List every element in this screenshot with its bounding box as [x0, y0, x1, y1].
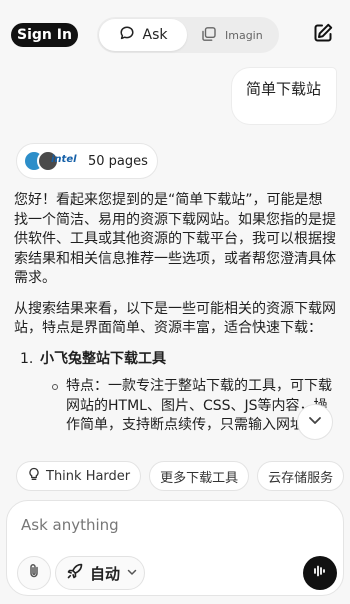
list-item-title: 小飞兔整站下载工具	[40, 350, 166, 367]
scroll-down-button[interactable]	[297, 404, 333, 440]
suggestion-chips: Think Harder 更多下载工具 云存储服务	[16, 461, 350, 491]
source-logo-intel: intel	[51, 154, 77, 165]
mode-ask-label: Ask	[142, 27, 168, 43]
sub-list-text: 特点：一款专注于整站下载的工具，可下载网站的HTML、图片、CSS、JS等内容，…	[66, 378, 332, 437]
mode-switch: Ask Imagin	[97, 17, 279, 53]
model-selector-label: 自动	[90, 564, 121, 583]
suggestion-chip[interactable]: 更多下载工具	[149, 461, 250, 491]
mode-imagine-tab[interactable]: Imagin	[201, 19, 277, 51]
suggestion-label: 更多下载工具	[160, 470, 239, 486]
lightbulb-icon	[27, 467, 41, 485]
rocket-icon	[66, 562, 84, 584]
answer-lead: 从搜索结果来看，以下是一些可能相关的资源下载网站，特点是界面简单、资源丰富，适合…	[14, 300, 336, 337]
chevron-down-icon	[126, 564, 138, 582]
list-number: 1.	[20, 350, 34, 367]
mode-ask-tab[interactable]: Ask	[99, 19, 187, 51]
suggestion-label: Think Harder	[46, 468, 131, 484]
suggestion-label: 云存储服务	[268, 470, 334, 486]
paperclip-icon	[25, 562, 43, 584]
ask-input[interactable]	[21, 513, 321, 537]
chevron-down-icon	[306, 411, 324, 433]
voice-mode-button[interactable]	[303, 556, 337, 590]
sign-in-button[interactable]: Sign In	[11, 23, 78, 47]
user-message-bubble: 简单下载站	[232, 68, 336, 124]
image-stack-icon	[201, 26, 217, 45]
composer: 自动	[6, 500, 344, 596]
attach-button[interactable]	[17, 556, 51, 590]
suggestion-chip[interactable]: 云存储服务	[257, 461, 345, 491]
new-chat-button[interactable]	[310, 22, 336, 48]
source-logos: intel	[23, 148, 85, 174]
sources-count-label: 50 pages	[88, 153, 148, 169]
sub-list-item: 特点：一款专注于整站下载的工具，可下载网站的HTML、图片、CSS、JS等内容，…	[40, 377, 336, 437]
sources-chip[interactable]: intel 50 pages	[16, 143, 158, 179]
chat-bubble-icon	[119, 25, 135, 45]
mode-imagine-label: Imagin	[225, 28, 263, 42]
assistant-answer: 您好！看起来您提到的是“简单下载站”，可能是想找一个简洁、易用的资源下载网站。如…	[14, 191, 336, 437]
list-item: 1. 小飞兔整站下载工具 特点：一款专注于整站下载的工具，可下载网站的HTML、…	[14, 350, 336, 438]
answer-intro: 您好！看起来您提到的是“简单下载站”，可能是想找一个简洁、易用的资源下载网站。如…	[14, 192, 336, 286]
top-bar: Sign In Ask Imagin	[0, 0, 350, 66]
waveform-icon	[312, 563, 328, 583]
bullet-icon	[52, 384, 58, 390]
suggestion-think-harder[interactable]: Think Harder	[16, 461, 142, 491]
user-message-text: 简单下载站	[246, 80, 322, 98]
model-selector[interactable]: 自动	[55, 556, 145, 590]
edit-icon	[312, 22, 334, 48]
